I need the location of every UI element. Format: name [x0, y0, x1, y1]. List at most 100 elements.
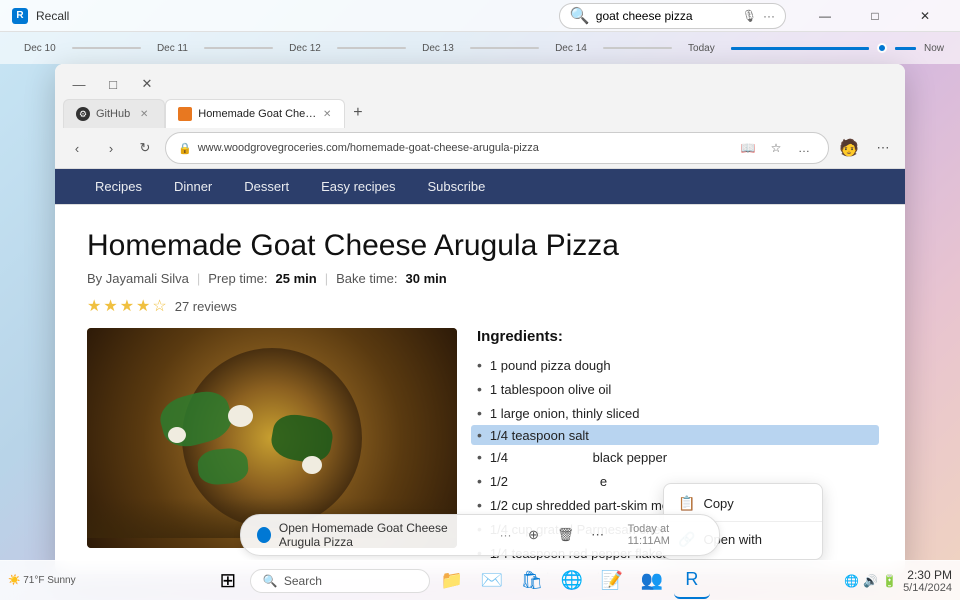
tray-icons: 🌐 🔊 🔋	[844, 574, 897, 588]
recall-actions: ⊕ 🗑 ⋯	[520, 521, 612, 549]
star-4: ★	[136, 296, 150, 316]
extra-icon: ···	[763, 9, 775, 23]
taskbar-app-store[interactable]: 🛍	[514, 563, 550, 599]
tab-recipe[interactable]: Homemade Goat Cheese Arugula Pizz ✕	[165, 99, 345, 128]
copy-icon: 📋	[678, 495, 695, 512]
github-favicon: ⚙	[76, 107, 90, 121]
nav-menu: Recipes Dinner Dessert Easy recipes Subs…	[55, 169, 905, 204]
recall-favicon	[257, 527, 271, 543]
system-clock[interactable]: 2:30 PM 5/14/2024	[903, 568, 952, 594]
taskbar-search-placeholder: Search	[284, 574, 322, 588]
tab-github[interactable]: ⚙ GitHub ✕	[63, 99, 165, 128]
recall-more-button[interactable]: ⋯	[584, 521, 612, 549]
timeline-date-dec13: Dec 13	[414, 43, 462, 54]
taskbar-app-edge[interactable]: 🌐	[554, 563, 590, 599]
nav-dessert[interactable]: Dessert	[228, 169, 305, 204]
browser-chrome: — □ ✕ ⚙ GitHub ✕ Homemade Goat Cheese Ar…	[55, 64, 905, 205]
nav-easy-recipes[interactable]: Easy recipes	[305, 169, 411, 204]
star-2: ★	[103, 296, 117, 316]
ingredient-item-4: 1/4 teaspoon salt	[471, 425, 879, 445]
browser-maximize-button[interactable]: □	[97, 70, 129, 98]
refresh-button[interactable]: ↻	[131, 135, 159, 161]
taskbar-app-recall[interactable]: R	[674, 563, 710, 599]
taskbar-search-icon: 🔍	[263, 574, 278, 588]
taskbar-search[interactable]: 🔍 Search	[250, 569, 430, 593]
browser-close-button[interactable]: ✕	[131, 70, 163, 98]
recall-delete-button[interactable]: 🗑	[552, 521, 580, 549]
taskbar-app-files[interactable]: 📁	[434, 563, 470, 599]
taskbar-app-mail[interactable]: ✉️	[474, 563, 510, 599]
timeline-date-dec11: Dec 11	[149, 43, 196, 54]
bake-label: Bake time:	[336, 271, 397, 286]
ingredient-item-2: 1 tablespoon olive oil	[477, 377, 873, 401]
nav-recipes[interactable]: Recipes	[79, 169, 158, 204]
recall-timestamp: Today at 11:11AM	[628, 523, 703, 547]
taskbar-center: ⊞ 🔍 Search 📁 ✉️ 🛍 🌐 📝 👥 R	[76, 563, 845, 599]
browser-minimize-button[interactable]: —	[63, 70, 95, 98]
url-input[interactable]: 🔒 www.woodgrovegroceries.com/homemade-go…	[165, 132, 829, 164]
timeline-line-5	[603, 47, 672, 49]
star-rating: ★ ★ ★ ★ ☆	[87, 296, 167, 316]
recall-ellipsis: ···	[500, 528, 512, 542]
forward-button[interactable]: ›	[97, 135, 125, 161]
app-logo: R	[12, 8, 28, 24]
address-bar-icons: 📖 ☆ …	[736, 136, 816, 160]
tray-battery: 🔋	[882, 574, 897, 588]
search-input[interactable]	[596, 9, 736, 23]
more-button[interactable]: …	[792, 136, 816, 160]
star-3: ★	[120, 296, 134, 316]
browser-profile-button[interactable]: 🧑	[835, 135, 863, 161]
app-title: Recall	[36, 9, 551, 23]
ingredient-item-3: 1 large onion, thinly sliced	[477, 401, 873, 425]
minimize-button[interactable]: —	[802, 2, 848, 30]
clock-date: 5/14/2024	[903, 582, 952, 594]
recipe-meta: By Jayamali Silva | Prep time: 25 min | …	[87, 271, 873, 286]
timeline-date-now: Now	[924, 43, 944, 54]
browser-window-controls: — □ ✕	[63, 70, 163, 98]
url-text: www.woodgrovegroceries.com/homemade-goat…	[198, 142, 730, 154]
recipe-title: Homemade Goat Cheese Arugula Pizza	[87, 229, 873, 263]
lock-icon: 🔒	[178, 142, 192, 155]
new-tab-button[interactable]: +	[345, 98, 370, 128]
star-1: ★	[87, 296, 101, 316]
timeline-end-line	[895, 47, 916, 50]
browser-top-bar: — □ ✕	[55, 64, 905, 98]
browser-window: — □ ✕ ⚙ GitHub ✕ Homemade Goat Cheese Ar…	[55, 64, 905, 574]
review-count: 27 reviews	[175, 299, 237, 314]
recall-pin-button[interactable]: ⊕	[520, 521, 548, 549]
recipe-author: By Jayamali Silva	[87, 271, 189, 286]
timeline-current-dot	[877, 43, 887, 53]
back-button[interactable]: ‹	[63, 135, 91, 161]
taskbar-right: 🌐 🔊 🔋 2:30 PM 5/14/2024	[844, 568, 952, 594]
tab-github-close[interactable]: ✕	[136, 106, 152, 122]
weather-icon: ☀️	[8, 575, 20, 586]
tab-github-label: GitHub	[96, 108, 130, 120]
prep-label: Prep time:	[208, 271, 267, 286]
favorites-button[interactable]: ☆	[764, 136, 788, 160]
taskbar-app-vscode[interactable]: 📝	[594, 563, 630, 599]
mic-icon: 🎙	[742, 9, 757, 23]
timeline-date-dec14: Dec 14	[547, 43, 595, 54]
window-controls: — □ ✕	[802, 2, 948, 30]
close-button[interactable]: ✕	[902, 2, 948, 30]
maximize-button[interactable]: □	[852, 2, 898, 30]
browser-menu-button[interactable]: ⋯	[869, 135, 897, 161]
taskbar-app-teams[interactable]: 👥	[634, 563, 670, 599]
reader-mode-button[interactable]: 📖	[736, 136, 760, 160]
start-button[interactable]: ⊞	[210, 563, 246, 599]
search-icon: 🔍	[570, 6, 590, 26]
timeline-line-3	[337, 47, 406, 49]
weather-widget: ☀️ 71°F Sunny	[8, 575, 76, 586]
tray-network: 🌐	[844, 574, 859, 588]
recipe-favicon	[178, 107, 192, 121]
timeline-line-4	[470, 47, 539, 49]
title-search[interactable]: 🔍 🎙 ···	[559, 3, 786, 29]
timeline-bar: Dec 10 Dec 11 Dec 12 Dec 13 Dec 14 Today…	[0, 32, 960, 64]
bake-value: 30 min	[406, 271, 447, 286]
tab-recipe-close[interactable]: ✕	[322, 106, 332, 122]
nav-dinner[interactable]: Dinner	[158, 169, 228, 204]
address-bar: ‹ › ↻ 🔒 www.woodgrovegroceries.com/homem…	[55, 128, 905, 169]
nav-subscribe[interactable]: Subscribe	[411, 169, 501, 204]
title-bar: R Recall 🔍 🎙 ··· — □ ✕	[0, 0, 960, 32]
taskbar-left: ☀️ 71°F Sunny	[8, 575, 76, 586]
